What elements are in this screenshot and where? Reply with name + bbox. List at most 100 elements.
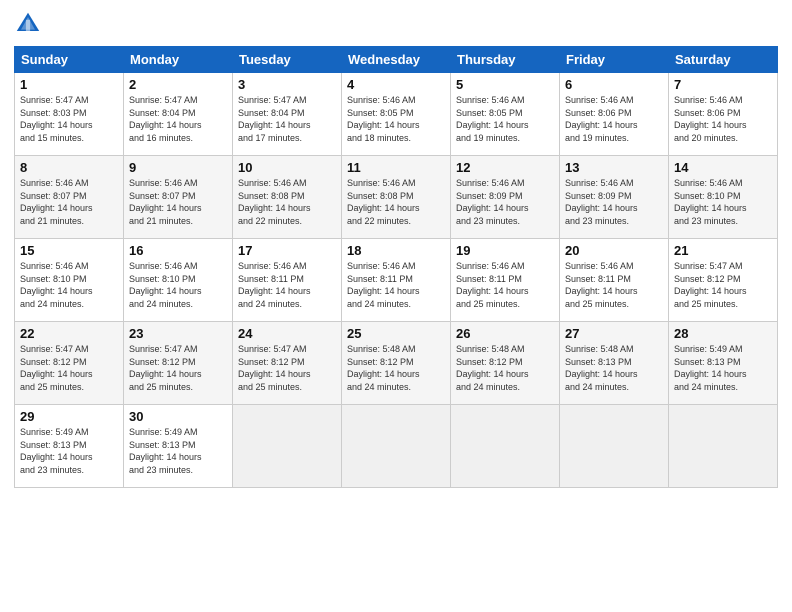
day-info: Sunrise: 5:46 AM Sunset: 8:11 PM Dayligh… [347,260,445,310]
day-info: Sunrise: 5:46 AM Sunset: 8:07 PM Dayligh… [20,177,118,227]
day-info: Sunrise: 5:47 AM Sunset: 8:03 PM Dayligh… [20,94,118,144]
page: SundayMondayTuesdayWednesdayThursdayFrid… [0,0,792,612]
day-number: 16 [129,243,227,258]
day-number: 21 [674,243,772,258]
calendar: SundayMondayTuesdayWednesdayThursdayFrid… [14,46,778,488]
calendar-cell: 30 Sunrise: 5:49 AM Sunset: 8:13 PM Dayli… [124,405,233,488]
day-number: 12 [456,160,554,175]
day-number: 28 [674,326,772,341]
day-info: Sunrise: 5:46 AM Sunset: 8:05 PM Dayligh… [456,94,554,144]
calendar-cell: 26Sunrise: 5:48 AM Sunset: 8:12 PM Dayli… [451,322,560,405]
day-number: 25 [347,326,445,341]
day-number: 15 [20,243,118,258]
calendar-week-5: 29 Sunrise: 5:49 AM Sunset: 8:13 PM Dayli… [15,405,778,488]
calendar-cell: 13 Sunrise: 5:46 AM Sunset: 8:09 PM Dayli… [560,156,669,239]
calendar-cell: 12 Sunrise: 5:46 AM Sunset: 8:09 PM Dayli… [451,156,560,239]
header [14,10,778,38]
day-number: 2 [129,77,227,92]
day-info: Sunrise: 5:49 AM Sunset: 8:13 PM Dayligh… [20,426,118,476]
calendar-cell: 1 Sunrise: 5:47 AM Sunset: 8:03 PM Daylig… [15,73,124,156]
day-info: Sunrise: 5:49 AM Sunset: 8:13 PM Dayligh… [674,343,772,393]
calendar-cell: 19 Sunrise: 5:46 AM Sunset: 8:11 PM Dayli… [451,239,560,322]
day-info: Sunrise: 5:47 AM Sunset: 8:04 PM Dayligh… [238,94,336,144]
day-number: 17 [238,243,336,258]
calendar-cell: 14Sunrise: 5:46 AM Sunset: 8:10 PM Dayli… [669,156,778,239]
calendar-week-3: 15 Sunrise: 5:46 AM Sunset: 8:10 PM Dayli… [15,239,778,322]
day-info: Sunrise: 5:46 AM Sunset: 8:10 PM Dayligh… [20,260,118,310]
day-number: 10 [238,160,336,175]
calendar-cell: 2 Sunrise: 5:47 AM Sunset: 8:04 PM Daylig… [124,73,233,156]
day-number: 9 [129,160,227,175]
day-number: 20 [565,243,663,258]
day-info: Sunrise: 5:47 AM Sunset: 8:12 PM Dayligh… [129,343,227,393]
calendar-cell: 22 Sunrise: 5:47 AM Sunset: 8:12 PM Dayli… [15,322,124,405]
day-info: Sunrise: 5:47 AM Sunset: 8:12 PM Dayligh… [674,260,772,310]
calendar-cell [233,405,342,488]
calendar-cell: 20Sunrise: 5:46 AM Sunset: 8:11 PM Dayli… [560,239,669,322]
day-number: 27 [565,326,663,341]
calendar-cell: 29 Sunrise: 5:49 AM Sunset: 8:13 PM Dayli… [15,405,124,488]
day-number: 30 [129,409,227,424]
day-number: 11 [347,160,445,175]
day-info: Sunrise: 5:46 AM Sunset: 8:08 PM Dayligh… [238,177,336,227]
day-number: 3 [238,77,336,92]
day-info: Sunrise: 5:46 AM Sunset: 8:09 PM Dayligh… [565,177,663,227]
day-info: Sunrise: 5:48 AM Sunset: 8:12 PM Dayligh… [347,343,445,393]
calendar-cell: 24 Sunrise: 5:47 AM Sunset: 8:12 PM Dayli… [233,322,342,405]
calendar-cell: 18 Sunrise: 5:46 AM Sunset: 8:11 PM Dayli… [342,239,451,322]
day-info: Sunrise: 5:48 AM Sunset: 8:12 PM Dayligh… [456,343,554,393]
day-info: Sunrise: 5:46 AM Sunset: 8:08 PM Dayligh… [347,177,445,227]
day-info: Sunrise: 5:47 AM Sunset: 8:12 PM Dayligh… [20,343,118,393]
logo [14,10,46,38]
day-number: 18 [347,243,445,258]
calendar-header-monday: Monday [124,47,233,73]
calendar-cell: 8Sunrise: 5:46 AM Sunset: 8:07 PM Daylig… [15,156,124,239]
day-number: 14 [674,160,772,175]
calendar-cell: 5 Sunrise: 5:46 AM Sunset: 8:05 PM Daylig… [451,73,560,156]
calendar-cell: 6 Sunrise: 5:46 AM Sunset: 8:06 PM Daylig… [560,73,669,156]
day-info: Sunrise: 5:46 AM Sunset: 8:06 PM Dayligh… [674,94,772,144]
calendar-cell: 27 Sunrise: 5:48 AM Sunset: 8:13 PM Dayli… [560,322,669,405]
calendar-cell [451,405,560,488]
calendar-cell: 9 Sunrise: 5:46 AM Sunset: 8:07 PM Daylig… [124,156,233,239]
day-info: Sunrise: 5:49 AM Sunset: 8:13 PM Dayligh… [129,426,227,476]
calendar-cell: 7 Sunrise: 5:46 AM Sunset: 8:06 PM Daylig… [669,73,778,156]
calendar-week-1: 1 Sunrise: 5:47 AM Sunset: 8:03 PM Daylig… [15,73,778,156]
calendar-cell: 10 Sunrise: 5:46 AM Sunset: 8:08 PM Dayli… [233,156,342,239]
day-info: Sunrise: 5:46 AM Sunset: 8:07 PM Dayligh… [129,177,227,227]
calendar-header-thursday: Thursday [451,47,560,73]
day-number: 23 [129,326,227,341]
logo-icon [14,10,42,38]
calendar-header-tuesday: Tuesday [233,47,342,73]
day-number: 7 [674,77,772,92]
day-info: Sunrise: 5:46 AM Sunset: 8:11 PM Dayligh… [456,260,554,310]
calendar-cell: 17 Sunrise: 5:46 AM Sunset: 8:11 PM Dayli… [233,239,342,322]
calendar-cell: 16Sunrise: 5:46 AM Sunset: 8:10 PM Dayli… [124,239,233,322]
calendar-cell: 15 Sunrise: 5:46 AM Sunset: 8:10 PM Dayli… [15,239,124,322]
calendar-week-4: 22 Sunrise: 5:47 AM Sunset: 8:12 PM Dayli… [15,322,778,405]
day-info: Sunrise: 5:48 AM Sunset: 8:13 PM Dayligh… [565,343,663,393]
calendar-header-row: SundayMondayTuesdayWednesdayThursdayFrid… [15,47,778,73]
calendar-cell: 28 Sunrise: 5:49 AM Sunset: 8:13 PM Dayli… [669,322,778,405]
day-info: Sunrise: 5:46 AM Sunset: 8:05 PM Dayligh… [347,94,445,144]
day-info: Sunrise: 5:47 AM Sunset: 8:04 PM Dayligh… [129,94,227,144]
day-info: Sunrise: 5:47 AM Sunset: 8:12 PM Dayligh… [238,343,336,393]
day-info: Sunrise: 5:46 AM Sunset: 8:06 PM Dayligh… [565,94,663,144]
day-number: 13 [565,160,663,175]
day-info: Sunrise: 5:46 AM Sunset: 8:09 PM Dayligh… [456,177,554,227]
day-number: 19 [456,243,554,258]
day-number: 5 [456,77,554,92]
calendar-cell: 25 Sunrise: 5:48 AM Sunset: 8:12 PM Dayli… [342,322,451,405]
calendar-cell: 23 Sunrise: 5:47 AM Sunset: 8:12 PM Dayli… [124,322,233,405]
calendar-cell [342,405,451,488]
day-info: Sunrise: 5:46 AM Sunset: 8:11 PM Dayligh… [238,260,336,310]
calendar-header-wednesday: Wednesday [342,47,451,73]
day-number: 29 [20,409,118,424]
day-number: 1 [20,77,118,92]
day-number: 22 [20,326,118,341]
calendar-header-friday: Friday [560,47,669,73]
day-number: 24 [238,326,336,341]
calendar-header-sunday: Sunday [15,47,124,73]
calendar-cell: 3 Sunrise: 5:47 AM Sunset: 8:04 PM Daylig… [233,73,342,156]
day-number: 6 [565,77,663,92]
